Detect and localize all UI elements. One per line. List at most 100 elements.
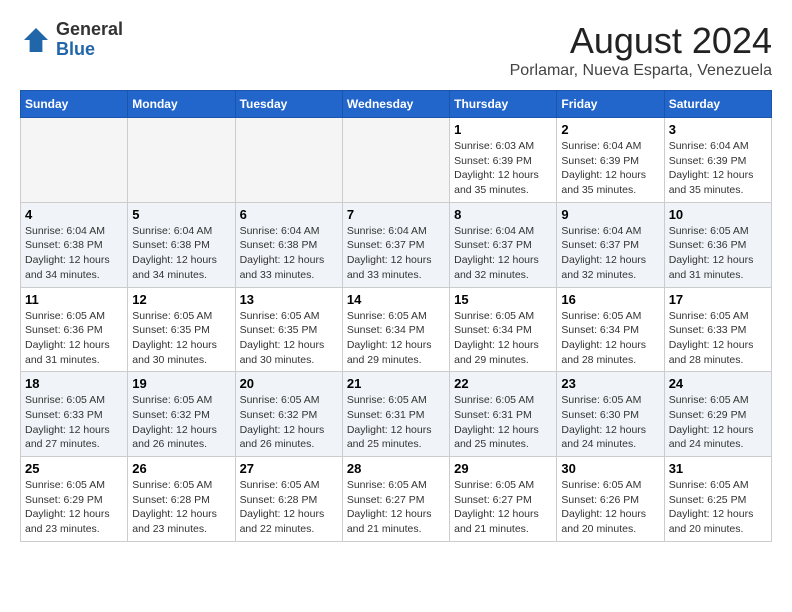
calendar-day-cell: 8 Sunrise: 6:04 AM Sunset: 6:37 PM Daylig… <box>450 202 557 287</box>
day-number: 8 <box>454 207 552 222</box>
day-number: 28 <box>347 461 445 476</box>
day-info: Sunrise: 6:04 AM Sunset: 6:37 PM Dayligh… <box>561 224 659 283</box>
day-number: 10 <box>669 207 767 222</box>
day-number: 20 <box>240 376 338 391</box>
calendar-day-cell: 30 Sunrise: 6:05 AM Sunset: 6:26 PM Dayli… <box>557 457 664 542</box>
calendar-day-cell: 18 Sunrise: 6:05 AM Sunset: 6:33 PM Dayli… <box>21 372 128 457</box>
day-info: Sunrise: 6:04 AM Sunset: 6:37 PM Dayligh… <box>454 224 552 283</box>
calendar-week-row: 11Sunrise: 6:05 AM Sunset: 6:36 PM Dayli… <box>21 287 772 372</box>
calendar-day-cell: 6 Sunrise: 6:04 AM Sunset: 6:38 PM Daylig… <box>235 202 342 287</box>
calendar-day-cell: 16 Sunrise: 6:05 AM Sunset: 6:34 PM Dayli… <box>557 287 664 372</box>
calendar-day-cell <box>342 118 449 203</box>
day-info: Sunrise: 6:05 AM Sunset: 6:25 PM Dayligh… <box>669 478 767 537</box>
calendar-day-cell: 9 Sunrise: 6:04 AM Sunset: 6:37 PM Daylig… <box>557 202 664 287</box>
calendar-day-cell: 4 Sunrise: 6:04 AM Sunset: 6:38 PM Daylig… <box>21 202 128 287</box>
day-number: 17 <box>669 292 767 307</box>
day-info: Sunrise: 6:05 AM Sunset: 6:27 PM Dayligh… <box>347 478 445 537</box>
day-number: 9 <box>561 207 659 222</box>
title-area: August 2024 Porlamar, Nueva Esparta, Ven… <box>510 20 772 80</box>
day-number: 19 <box>132 376 230 391</box>
day-info: Sunrise: 6:05 AM Sunset: 6:29 PM Dayligh… <box>669 393 767 452</box>
day-info: Sunrise: 6:05 AM Sunset: 6:31 PM Dayligh… <box>454 393 552 452</box>
logo-blue-text: Blue <box>56 39 95 59</box>
day-number: 24 <box>669 376 767 391</box>
day-info: Sunrise: 6:04 AM Sunset: 6:39 PM Dayligh… <box>669 139 767 198</box>
day-info: Sunrise: 6:05 AM Sunset: 6:36 PM Dayligh… <box>669 224 767 283</box>
day-info: Sunrise: 6:04 AM Sunset: 6:39 PM Dayligh… <box>561 139 659 198</box>
calendar-day-cell: 19 Sunrise: 6:05 AM Sunset: 6:32 PM Dayli… <box>128 372 235 457</box>
day-info: Sunrise: 6:05 AM Sunset: 6:34 PM Dayligh… <box>454 309 552 368</box>
day-info: Sunrise: 6:05 AM Sunset: 6:26 PM Dayligh… <box>561 478 659 537</box>
day-number: 16 <box>561 292 659 307</box>
day-number: 30 <box>561 461 659 476</box>
calendar-day-cell <box>235 118 342 203</box>
day-info: Sunrise: 6:05 AM Sunset: 6:29 PM Dayligh… <box>25 478 123 537</box>
calendar-week-row: 18 Sunrise: 6:05 AM Sunset: 6:33 PM Dayli… <box>21 372 772 457</box>
calendar-day-cell: 22Sunrise: 6:05 AM Sunset: 6:31 PM Dayli… <box>450 372 557 457</box>
day-number: 2 <box>561 122 659 137</box>
logo-icon <box>20 24 52 56</box>
calendar-day-cell: 10 Sunrise: 6:05 AM Sunset: 6:36 PM Dayli… <box>664 202 771 287</box>
day-number: 1 <box>454 122 552 137</box>
day-number: 25 <box>25 461 123 476</box>
calendar-day-cell: 14Sunrise: 6:05 AM Sunset: 6:34 PM Dayli… <box>342 287 449 372</box>
day-info: Sunrise: 6:05 AM Sunset: 6:35 PM Dayligh… <box>240 309 338 368</box>
weekday-header-wednesday: Wednesday <box>342 91 449 118</box>
day-number: 18 <box>25 376 123 391</box>
weekday-header-sunday: Sunday <box>21 91 128 118</box>
day-number: 21 <box>347 376 445 391</box>
day-info: Sunrise: 6:04 AM Sunset: 6:37 PM Dayligh… <box>347 224 445 283</box>
day-info: Sunrise: 6:05 AM Sunset: 6:34 PM Dayligh… <box>561 309 659 368</box>
day-info: Sunrise: 6:05 AM Sunset: 6:35 PM Dayligh… <box>132 309 230 368</box>
calendar-day-cell: 31 Sunrise: 6:05 AM Sunset: 6:25 PM Dayli… <box>664 457 771 542</box>
calendar-day-cell: 28 Sunrise: 6:05 AM Sunset: 6:27 PM Dayli… <box>342 457 449 542</box>
weekday-header-tuesday: Tuesday <box>235 91 342 118</box>
day-info: Sunrise: 6:04 AM Sunset: 6:38 PM Dayligh… <box>240 224 338 283</box>
weekday-header-friday: Friday <box>557 91 664 118</box>
day-info: Sunrise: 6:05 AM Sunset: 6:28 PM Dayligh… <box>240 478 338 537</box>
day-number: 27 <box>240 461 338 476</box>
day-number: 4 <box>25 207 123 222</box>
calendar-week-row: 1 Sunrise: 6:03 AM Sunset: 6:39 PM Daylig… <box>21 118 772 203</box>
weekday-header-monday: Monday <box>128 91 235 118</box>
calendar-table: SundayMondayTuesdayWednesdayThursdayFrid… <box>20 90 772 542</box>
logo: General Blue <box>20 20 123 60</box>
calendar-day-cell: 23Sunrise: 6:05 AM Sunset: 6:30 PM Dayli… <box>557 372 664 457</box>
day-info: Sunrise: 6:03 AM Sunset: 6:39 PM Dayligh… <box>454 139 552 198</box>
calendar-day-cell: 21 Sunrise: 6:05 AM Sunset: 6:31 PM Dayli… <box>342 372 449 457</box>
calendar-day-cell: 5Sunrise: 6:04 AM Sunset: 6:38 PM Daylig… <box>128 202 235 287</box>
day-info: Sunrise: 6:05 AM Sunset: 6:32 PM Dayligh… <box>132 393 230 452</box>
day-number: 7 <box>347 207 445 222</box>
weekday-header-row: SundayMondayTuesdayWednesdayThursdayFrid… <box>21 91 772 118</box>
calendar-day-cell <box>21 118 128 203</box>
calendar-day-cell: 13Sunrise: 6:05 AM Sunset: 6:35 PM Dayli… <box>235 287 342 372</box>
calendar-day-cell: 12 Sunrise: 6:05 AM Sunset: 6:35 PM Dayli… <box>128 287 235 372</box>
day-info: Sunrise: 6:05 AM Sunset: 6:33 PM Dayligh… <box>669 309 767 368</box>
calendar-day-cell: 26Sunrise: 6:05 AM Sunset: 6:28 PM Dayli… <box>128 457 235 542</box>
day-number: 6 <box>240 207 338 222</box>
calendar-day-cell: 27 Sunrise: 6:05 AM Sunset: 6:28 PM Dayli… <box>235 457 342 542</box>
calendar-day-cell: 17 Sunrise: 6:05 AM Sunset: 6:33 PM Dayli… <box>664 287 771 372</box>
day-info: Sunrise: 6:05 AM Sunset: 6:36 PM Dayligh… <box>25 309 123 368</box>
page-header: General Blue August 2024 Porlamar, Nueva… <box>20 20 772 80</box>
calendar-day-cell: 20Sunrise: 6:05 AM Sunset: 6:32 PM Dayli… <box>235 372 342 457</box>
weekday-header-thursday: Thursday <box>450 91 557 118</box>
day-info: Sunrise: 6:04 AM Sunset: 6:38 PM Dayligh… <box>25 224 123 283</box>
day-info: Sunrise: 6:05 AM Sunset: 6:33 PM Dayligh… <box>25 393 123 452</box>
calendar-day-cell: 24 Sunrise: 6:05 AM Sunset: 6:29 PM Dayli… <box>664 372 771 457</box>
calendar-day-cell: 1 Sunrise: 6:03 AM Sunset: 6:39 PM Daylig… <box>450 118 557 203</box>
day-number: 31 <box>669 461 767 476</box>
day-number: 3 <box>669 122 767 137</box>
day-info: Sunrise: 6:05 AM Sunset: 6:31 PM Dayligh… <box>347 393 445 452</box>
calendar-week-row: 25 Sunrise: 6:05 AM Sunset: 6:29 PM Dayli… <box>21 457 772 542</box>
day-info: Sunrise: 6:05 AM Sunset: 6:27 PM Dayligh… <box>454 478 552 537</box>
month-year-title: August 2024 <box>510 20 772 62</box>
logo-general-text: General <box>56 19 123 39</box>
day-number: 12 <box>132 292 230 307</box>
calendar-day-cell: 2 Sunrise: 6:04 AM Sunset: 6:39 PM Daylig… <box>557 118 664 203</box>
location-subtitle: Porlamar, Nueva Esparta, Venezuela <box>510 62 772 80</box>
calendar-day-cell: 3 Sunrise: 6:04 AM Sunset: 6:39 PM Daylig… <box>664 118 771 203</box>
calendar-day-cell: 15 Sunrise: 6:05 AM Sunset: 6:34 PM Dayli… <box>450 287 557 372</box>
day-number: 26 <box>132 461 230 476</box>
day-number: 15 <box>454 292 552 307</box>
